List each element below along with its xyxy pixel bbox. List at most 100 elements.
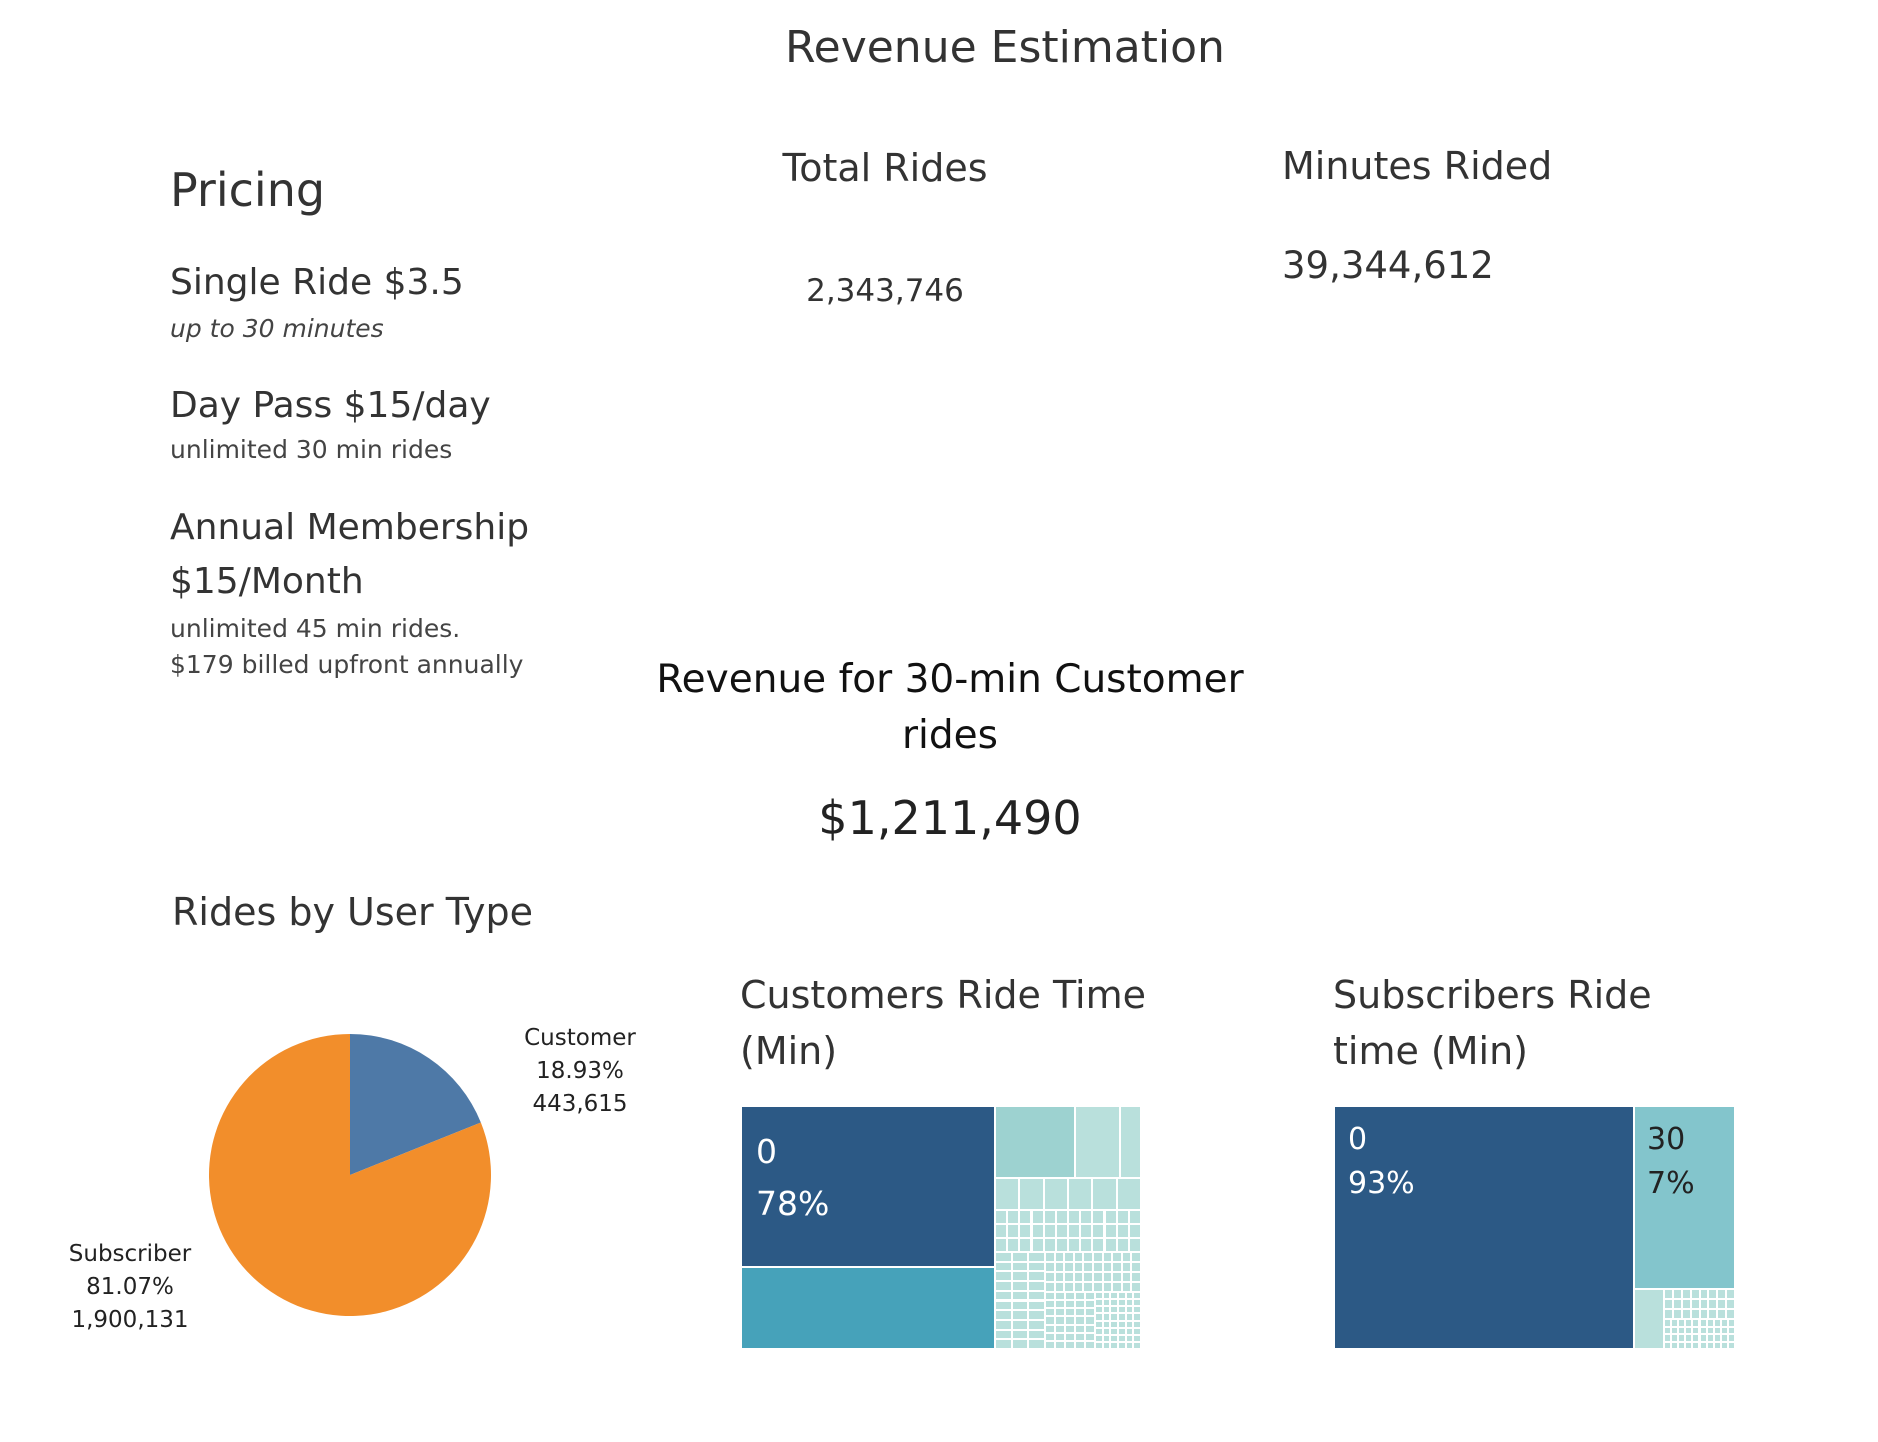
treemap-cell-customers[interactable] [1095,1320,1103,1328]
treemap-cell-customers[interactable] [995,1106,1075,1178]
treemap-cell-customers[interactable] [1068,1224,1081,1238]
treemap-cell-customers[interactable] [1055,1300,1065,1309]
treemap-cell-customers[interactable] [1118,1320,1126,1328]
treemap-cell-customers[interactable] [995,1178,1020,1210]
treemap-cell-customers[interactable] [995,1261,1012,1272]
treemap-cell-customers[interactable] [1125,1334,1134,1342]
treemap-cell-customers[interactable] [1120,1106,1141,1178]
treemap-cell-subscribers[interactable] [1720,1334,1728,1342]
treemap-cell-customers[interactable] [1028,1339,1045,1349]
treemap-cell-customers[interactable] [1095,1292,1103,1300]
treemap-cell-customers[interactable] [1095,1327,1103,1335]
treemap-cell-subscribers[interactable] [1706,1341,1714,1349]
treemap-cell-customers[interactable] [1045,1292,1055,1301]
treemap-cell-subscribers[interactable] [1708,1299,1718,1309]
treemap-cell-customers[interactable] [995,1238,1008,1252]
treemap-cell-customers[interactable] [741,1267,995,1349]
treemap-cell-customers[interactable] [1075,1332,1085,1341]
treemap-cell-customers[interactable] [1007,1210,1020,1224]
treemap-cell-customers[interactable] [1104,1224,1117,1238]
treemap-cell-customers[interactable] [1125,1341,1134,1349]
treemap-cell-customers[interactable] [1080,1238,1093,1252]
treemap-cell-customers[interactable] [1118,1334,1126,1342]
treemap-cell-customers[interactable] [1133,1292,1141,1300]
treemap-cell-customers[interactable] [1054,1262,1065,1272]
treemap-cell-customers[interactable] [1128,1210,1141,1224]
treemap-cell-subscribers[interactable] [1706,1319,1714,1327]
treemap-cell-subscribers[interactable] [1708,1309,1718,1319]
treemap-cell-customers[interactable] [1055,1292,1065,1301]
treemap-cell-customers[interactable] [1104,1210,1117,1224]
treemap-cell-customers[interactable] [1064,1282,1074,1292]
treemap-cell-customers[interactable] [1083,1262,1093,1272]
treemap-cell-customers[interactable] [1068,1178,1093,1210]
treemap-cell-customers[interactable] [1055,1324,1065,1333]
treemap-cell-customers[interactable] [1068,1238,1081,1252]
treemap-cell-customers[interactable] [1118,1341,1126,1349]
treemap-cell-customers[interactable] [1043,1238,1056,1252]
treemap-cell-customers[interactable] [1118,1299,1126,1307]
treemap-cell-customers[interactable] [995,1271,1012,1282]
treemap-cell-customers[interactable] [1045,1282,1055,1292]
treemap-cell-customers[interactable] [1028,1329,1045,1340]
treemap-cell-customers[interactable] [1125,1299,1134,1307]
treemap-cell-subscribers[interactable] [1690,1299,1700,1309]
treemap-cell-customers[interactable] [1031,1210,1044,1224]
treemap-cell-subscribers[interactable] [1678,1334,1686,1342]
treemap-cell-subscribers[interactable] [1717,1299,1727,1309]
treemap-cell-customers[interactable] [1075,1340,1085,1349]
treemap-cell-customers[interactable] [1102,1320,1111,1328]
treemap-cell-subscribers[interactable] [1699,1289,1709,1299]
treemap-cell-customers[interactable] [1064,1272,1074,1282]
treemap-cell-customers[interactable] [1095,1334,1103,1342]
treemap-cell-customers[interactable] [1011,1339,1029,1349]
treemap-cell-customers[interactable] [1085,1324,1095,1333]
treemap-cell-customers[interactable] [1055,1308,1065,1317]
treemap-cell-customers[interactable] [995,1310,1012,1320]
treemap-cell-customers[interactable] [1065,1332,1075,1341]
treemap-cell-subscribers[interactable] [1720,1326,1728,1334]
treemap-cell-customers[interactable] [1116,1210,1129,1224]
treemap-cell-customers[interactable] [995,1339,1012,1349]
treemap-cell-customers[interactable] [1102,1272,1113,1282]
treemap-cell-customers[interactable] [1118,1327,1126,1335]
treemap-cell-customers[interactable] [1125,1292,1134,1300]
treemap-cell-customers[interactable] [995,1252,1012,1262]
treemap-cell-customers[interactable] [1045,1332,1055,1341]
treemap-cell-customers[interactable] [1043,1224,1056,1238]
treemap-cell-customers[interactable] [1085,1316,1095,1325]
treemap-cell-customers[interactable] [1133,1306,1141,1314]
treemap-cell-subscribers[interactable] [1720,1319,1728,1327]
treemap-cell-subscribers[interactable] [1713,1326,1721,1334]
treemap-cell-customers[interactable] [1085,1292,1095,1301]
treemap-cell-customers[interactable] [995,1300,1012,1311]
treemap-cell-subscribers[interactable] [1692,1319,1700,1327]
treemap-cell-customers[interactable] [1011,1319,1029,1330]
treemap-cell-customers[interactable] [1093,1262,1103,1272]
treemap-cell-customers[interactable] [1102,1252,1113,1262]
treemap-cell-customers[interactable] [1011,1290,1029,1301]
treemap-cell-subscribers[interactable] [1678,1319,1686,1327]
treemap-cell-customers[interactable] [1133,1327,1141,1335]
treemap-cell-subscribers[interactable] [1692,1334,1700,1342]
treemap-cell-customers[interactable] [1102,1327,1111,1335]
treemap-cell-customers[interactable] [1028,1252,1045,1262]
treemap-cell-customers[interactable] [1073,1282,1084,1292]
treemap-cell-subscribers[interactable] [1685,1341,1693,1349]
treemap-cell-customers[interactable] [1112,1272,1122,1282]
treemap-cell-subscribers[interactable] [1678,1326,1686,1334]
treemap-cell-customers[interactable] [1065,1316,1075,1325]
treemap-cell-customers[interactable] [1019,1238,1032,1252]
treemap-cell-customers[interactable] [1128,1238,1141,1252]
treemap-cell-customers[interactable] [1110,1320,1118,1328]
treemap-cell-customers[interactable] [1125,1313,1134,1321]
treemap-cell-customers[interactable] [1011,1310,1029,1320]
treemap-cell-customers[interactable] [1110,1334,1118,1342]
treemap-cell-subscribers[interactable] [1727,1334,1735,1342]
treemap-cell-subscribers[interactable] [1671,1341,1679,1349]
treemap-cell-customers[interactable] [1104,1238,1117,1252]
treemap-cell-subscribers[interactable] [1681,1299,1691,1309]
treemap-cell-subscribers[interactable] [1690,1309,1700,1319]
treemap-cell-customers[interactable] [1028,1261,1045,1272]
treemap-cell-customers[interactable] [1065,1340,1075,1349]
